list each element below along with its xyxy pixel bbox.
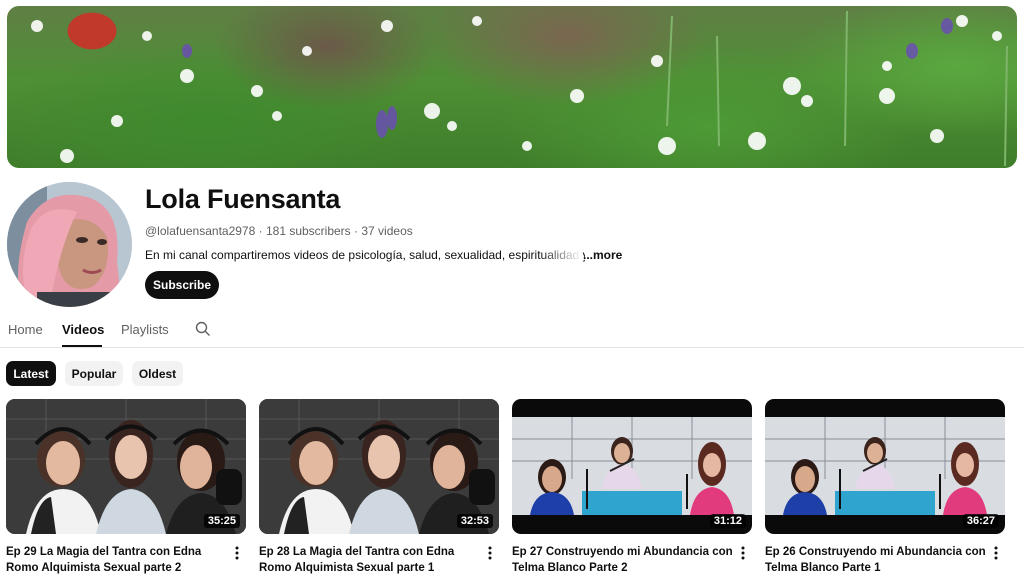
channel-description[interactable]: En mi canal compartiremos videos de psic… [145, 248, 585, 262]
video-thumbnail[interactable]: 31:12 [512, 399, 752, 534]
avatar-portrait [7, 182, 132, 307]
video-thumbnail[interactable]: 32:53 [259, 399, 499, 534]
meta-separator: · [354, 224, 359, 238]
video-count: 37 videos [361, 224, 413, 238]
video-duration: 35:25 [203, 514, 240, 528]
video-card[interactable]: 31:12 Ep 27 Construyendo mi Abundancia c… [512, 399, 752, 574]
description-fade [540, 246, 582, 264]
banner-flowers [31, 10, 1008, 167]
subscriber-count: 181 subscribers [265, 224, 351, 238]
more-vert-icon[interactable] [738, 545, 748, 561]
video-title[interactable]: Ep 27 Construyendo mi Abundancia con Tel… [512, 544, 734, 576]
meta-separator: · [258, 224, 263, 238]
channel-tabs: Home Videos Playlists [0, 312, 1024, 348]
channel-handle: @lolafuensanta2978 [145, 224, 256, 238]
tab-playlists[interactable]: Playlists [121, 322, 169, 337]
more-vert-icon[interactable] [991, 545, 1001, 561]
video-title[interactable]: Ep 26 Construyendo mi Abundancia con Tel… [765, 544, 987, 576]
channel-name: Lola Fuensanta [145, 184, 341, 214]
video-card[interactable]: 35:25 Ep 29 La Magia del Tantra con Edna… [6, 399, 246, 574]
tab-home[interactable]: Home [8, 322, 43, 337]
search-icon[interactable] [195, 321, 211, 337]
video-title[interactable]: Ep 29 La Magia del Tantra con Edna Romo … [6, 544, 228, 576]
video-card[interactable]: 32:53 Ep 28 La Magia del Tantra con Edna… [259, 399, 499, 574]
chip-oldest[interactable]: Oldest [132, 361, 183, 386]
video-card[interactable]: 36:27 Ep 26 Construyendo mi Abundancia c… [765, 399, 1005, 574]
chip-latest[interactable]: Latest [6, 361, 56, 386]
channel-meta: @lolafuensanta2978 · 181 subscribers · 3… [145, 224, 413, 238]
more-vert-icon[interactable] [232, 545, 242, 561]
video-duration: 31:12 [709, 514, 746, 528]
channel-avatar[interactable] [7, 182, 132, 307]
video-title[interactable]: Ep 28 La Magia del Tantra con Edna Romo … [259, 544, 481, 576]
active-tab-indicator [62, 345, 102, 347]
video-thumbnail[interactable]: 36:27 [765, 399, 1005, 534]
video-duration: 32:53 [456, 514, 493, 528]
tab-videos[interactable]: Videos [62, 322, 104, 337]
video-duration: 36:27 [962, 514, 999, 528]
subscribe-button[interactable]: Subscribe [145, 271, 219, 299]
channel-banner [7, 6, 1017, 168]
more-vert-icon[interactable] [485, 545, 495, 561]
chip-popular[interactable]: Popular [65, 361, 123, 386]
video-thumbnail[interactable]: 35:25 [6, 399, 246, 534]
more-link[interactable]: ...more [583, 248, 622, 262]
